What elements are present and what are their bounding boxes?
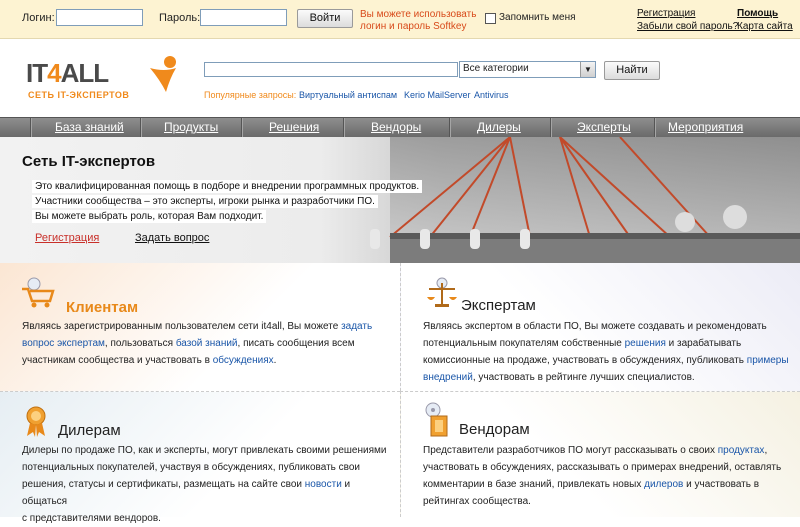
vendors-text-part: , <box>764 445 768 456</box>
software-box-icon <box>425 402 448 437</box>
site-logo[interactable]: IT4ALL СЕТЬ IT-ЭКСПЕРТОВ <box>26 54 176 104</box>
experts-text: Являясь экспертом в области ПО, Вы может… <box>423 318 793 386</box>
experts-text-part: и зарабатывать <box>665 338 742 349</box>
vendors-title: Вендорам <box>459 421 530 438</box>
discussions-link[interactable]: обсуждениях <box>213 355 274 366</box>
nav-item-knowledge[interactable]: База знаний <box>55 118 124 137</box>
vendors-text-part: и участвовать в <box>683 479 760 490</box>
hero-text-line: Вы можете выбрать роль, которая Вам подх… <box>32 210 267 223</box>
vendors-text-part: комментарии в базе знаний, привлекать но… <box>423 479 645 490</box>
logo-tagline: СЕТЬ IT-ЭКСПЕРТОВ <box>28 90 130 100</box>
password-input[interactable] <box>200 9 287 26</box>
remember-label: Запомнить меня <box>499 12 576 23</box>
nav-item-solutions[interactable]: Решения <box>269 118 319 137</box>
hero-banner: Сеть IT-экспертов Это квалифицированная … <box>0 137 800 263</box>
nav-item-vendors[interactable]: Вендоры <box>371 118 421 137</box>
clients-text-part: , писать сообщения всем <box>237 338 355 349</box>
popular-query-link[interactable]: Виртуальный антиспам <box>299 90 397 100</box>
logo-text-4: 4 <box>47 58 62 88</box>
experts-title: Экспертам <box>461 297 536 314</box>
clients-text-part: Являясь зарегистрированным пользователем… <box>22 321 342 332</box>
experts-text-part: комиссионные на продаже, участвовать в о… <box>423 355 747 366</box>
logo-text-all: ALL <box>60 58 110 88</box>
hero-text-line: Участники сообщества – это эксперты, игр… <box>32 195 378 208</box>
dealers-link[interactable]: дилеров <box>644 479 683 490</box>
popular-label: Популярные запросы: <box>204 90 297 100</box>
hero-ask-link[interactable]: Задать вопрос <box>135 232 209 244</box>
softkey-note: Вы можете использовать логин и пароль So… <box>360 9 477 32</box>
main-nav: База знаний Продукты Решения Вендоры Дил… <box>0 117 800 137</box>
search-input[interactable] <box>204 62 458 77</box>
ask-question-link-cont[interactable]: вопрос экспертам <box>22 338 105 349</box>
vendors-panel: Вендорам Представители разработчиков ПО … <box>400 391 800 517</box>
login-label: Логин: <box>22 12 55 24</box>
register-link[interactable]: Регистрация <box>637 7 738 20</box>
category-select[interactable]: Все категории ▼ <box>459 61 596 78</box>
help-link[interactable]: Помощь <box>737 7 793 20</box>
logo-text-it: IT <box>26 58 48 88</box>
dealers-text-part: потенциальных покупателей, участвуя в об… <box>22 462 360 473</box>
vendors-text: Представители разработчиков ПО могут рас… <box>423 442 793 510</box>
nav-item-dealers[interactable]: Дилеры <box>477 118 521 137</box>
award-ribbon-icon <box>26 406 46 437</box>
clients-text-part: . <box>273 355 277 366</box>
knowledge-base-link[interactable]: базой знаний <box>176 338 238 349</box>
login-bar: Логин: Пароль: Войти Вы можете использов… <box>0 0 800 39</box>
account-links: Регистрация Забыли свой пароль? <box>637 7 738 33</box>
news-link[interactable]: новости <box>305 479 342 490</box>
sitemap-link[interactable]: Карта сайта <box>737 20 793 33</box>
vendors-text-part: участвовать в обсуждениях, рассказывать … <box>423 462 782 473</box>
experts-panel: Экспертам Являясь экспертом в области ПО… <box>400 263 800 391</box>
ask-question-link[interactable]: задать <box>341 321 372 332</box>
hero-title: Сеть IT-экспертов <box>22 153 156 170</box>
hero-register-link[interactable]: Регистрация <box>35 232 99 244</box>
search-button[interactable]: Найти <box>604 61 660 80</box>
dealers-text-part: решения, статусы и сертификаты, размещат… <box>22 479 305 490</box>
password-label: Пароль: <box>159 12 201 24</box>
dealers-text-part: с представителями вендоров. <box>22 513 161 524</box>
dealers-text: Дилеры по продаже ПО, как и эксперты, мо… <box>22 442 392 527</box>
hero-text-line: Это квалифицированная помощь в подборе и… <box>32 180 423 193</box>
nav-item-products[interactable]: Продукты <box>164 118 218 137</box>
category-value: Все категории <box>463 63 529 74</box>
case-studies-link-cont[interactable]: внедрений <box>423 372 473 383</box>
nav-item-experts[interactable]: Эксперты <box>577 118 631 137</box>
login-button[interactable]: Войти <box>297 9 353 28</box>
experts-text-part: потенциальным покупателям собственные <box>423 338 625 349</box>
scales-icon <box>427 277 457 307</box>
clients-text-part: участникам сообщества и участвовать в <box>22 355 213 366</box>
dealers-text-part: Дилеры по продаже ПО, как и эксперты, мо… <box>22 445 387 456</box>
clients-panel: Клиентам Являясь зарегистрированным поль… <box>0 263 400 391</box>
products-link[interactable]: продуктах <box>718 445 765 456</box>
experts-text-part: , участвовать в рейтинге лучших специали… <box>472 372 695 383</box>
forgot-password-link[interactable]: Забыли свой пароль? <box>637 20 738 33</box>
popular-query-link[interactable]: Antivirus <box>474 90 509 100</box>
solutions-link[interactable]: решения <box>625 338 666 349</box>
popular-query-link[interactable]: Kerio MailServer <box>404 90 471 100</box>
vendors-text-part: Представители разработчиков ПО могут рас… <box>423 445 718 456</box>
clients-title: Клиентам <box>66 299 139 316</box>
clients-text-part: , пользоваться <box>104 338 176 349</box>
shopping-cart-icon <box>22 277 55 308</box>
vendors-text-part: рейтингах сообщества. <box>423 496 531 507</box>
logo-person-icon <box>150 56 176 92</box>
case-studies-link[interactable]: примеры <box>747 355 789 366</box>
bridge-photo <box>370 137 800 263</box>
login-input[interactable] <box>56 9 143 26</box>
remember-checkbox[interactable] <box>485 13 496 24</box>
dealers-panel: Дилерам Дилеры по продаже ПО, как и эксп… <box>0 391 400 524</box>
experts-text-part: Являясь экспертом в области ПО, Вы может… <box>423 321 767 332</box>
dealers-title: Дилерам <box>58 422 121 439</box>
help-links: Помощь Карта сайта <box>737 7 793 33</box>
chevron-down-icon: ▼ <box>580 62 595 77</box>
clients-text: Являясь зарегистрированным пользователем… <box>22 318 392 369</box>
nav-item-events[interactable]: Мероприятия <box>668 118 743 137</box>
